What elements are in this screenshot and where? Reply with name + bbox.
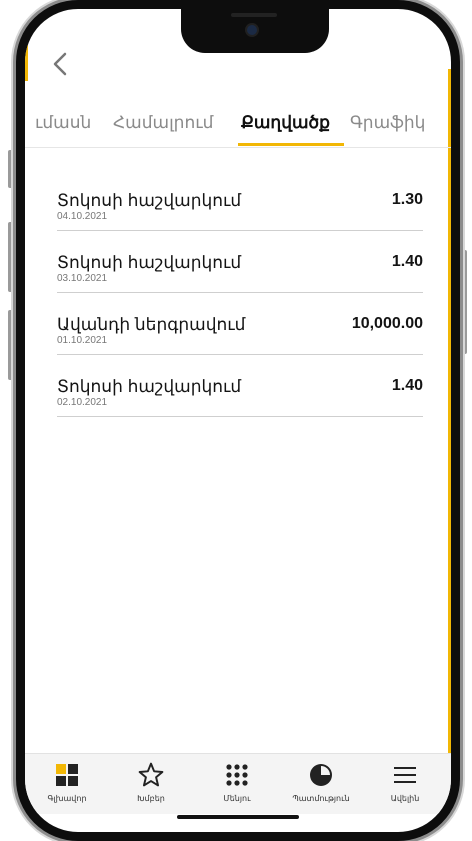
transaction-title: Տոկոսի հաշվարկում (57, 253, 242, 272)
transaction-date: 04.10.2021 (57, 211, 108, 222)
speaker-grille (231, 13, 277, 17)
transaction-title: Ավանդի ներգրավում (57, 315, 246, 334)
nav-label-home: Գլխավոր (47, 794, 87, 803)
transaction-date: 01.10.2021 (57, 335, 108, 346)
tab-statement[interactable]: Քաղվածք (241, 113, 330, 133)
transaction-title: Տոկոսի հաշվարկում (57, 377, 242, 396)
star-icon (111, 758, 191, 792)
nav-label-groups: Խմբեր (137, 794, 165, 803)
transaction-amount: 1.40 (391, 253, 423, 270)
transaction-date: 02.10.2021 (57, 397, 108, 408)
nav-item-home[interactable]: Գլխավոր (27, 758, 107, 803)
home-indicator[interactable] (177, 815, 299, 819)
back-button[interactable] (45, 49, 75, 79)
phone-volume-down-button (8, 310, 13, 380)
active-tab-indicator (238, 143, 344, 146)
chevron-left-icon (53, 52, 67, 76)
hamburger-menu-icon (365, 758, 445, 792)
tab-chart[interactable]: Գրաֆիկ (350, 113, 425, 133)
tab-0[interactable]: ւմասն (35, 113, 91, 133)
nav-item-more[interactable]: Ավելին (365, 758, 445, 803)
transaction-amount: 1.30 (391, 191, 423, 208)
tab-1[interactable]: Համալրում (113, 113, 213, 133)
dots-grid-icon (197, 758, 277, 792)
transaction-title: Տոկոսի հաշվարկում (57, 191, 242, 210)
list-item[interactable]: Ավանդի ներգրավում 01.10.2021 10,000.00 (57, 305, 423, 355)
history-pie-icon (281, 758, 361, 792)
nav-label-menu: Մենյու (223, 794, 251, 803)
phone-frame: ւմասն Համալրում Քաղվածք Գրաֆիկ Տոկոսի հա… (16, 0, 460, 841)
nav-label-history: Պատմություն (292, 794, 350, 803)
camera-icon (247, 25, 257, 35)
list-item[interactable]: Տոկոսի հաշվարկում 02.10.2021 1.40 (57, 367, 423, 417)
nav-label-more: Ավելին (390, 794, 420, 803)
list-item[interactable]: Տոկոսի հաշվարկում 03.10.2021 1.40 (57, 243, 423, 293)
transaction-date: 03.10.2021 (57, 273, 108, 284)
phone-power-button (462, 250, 467, 354)
list-item[interactable]: Տոկոսի հաշվարկում 04.10.2021 1.30 (57, 181, 423, 231)
transaction-amount: 10,000.00 (351, 315, 423, 332)
screen: ւմասն Համալրում Քաղվածք Գրաֆիկ Տոկոսի հա… (25, 9, 451, 832)
nav-item-groups[interactable]: Խմբեր (111, 758, 191, 803)
bottom-navigation: Գլխավոր Խմբեր Մենյու Պատմություն Ավելին (25, 753, 451, 814)
dashboard-grid-icon (27, 758, 107, 792)
transaction-list: Տոկոսի հաշվարկում 04.10.2021 1.30 Տոկոսի… (57, 181, 423, 429)
nav-item-history[interactable]: Պատմություն (281, 758, 361, 803)
phone-notch (181, 9, 329, 53)
nav-item-menu[interactable]: Մենյու (197, 758, 277, 803)
phone-mute-switch (8, 150, 13, 188)
phone-volume-up-button (8, 222, 13, 292)
tab-bar: ւմասն Համալրում Քաղվածք Գրաֆիկ (25, 105, 451, 148)
transaction-amount: 1.40 (391, 377, 423, 394)
